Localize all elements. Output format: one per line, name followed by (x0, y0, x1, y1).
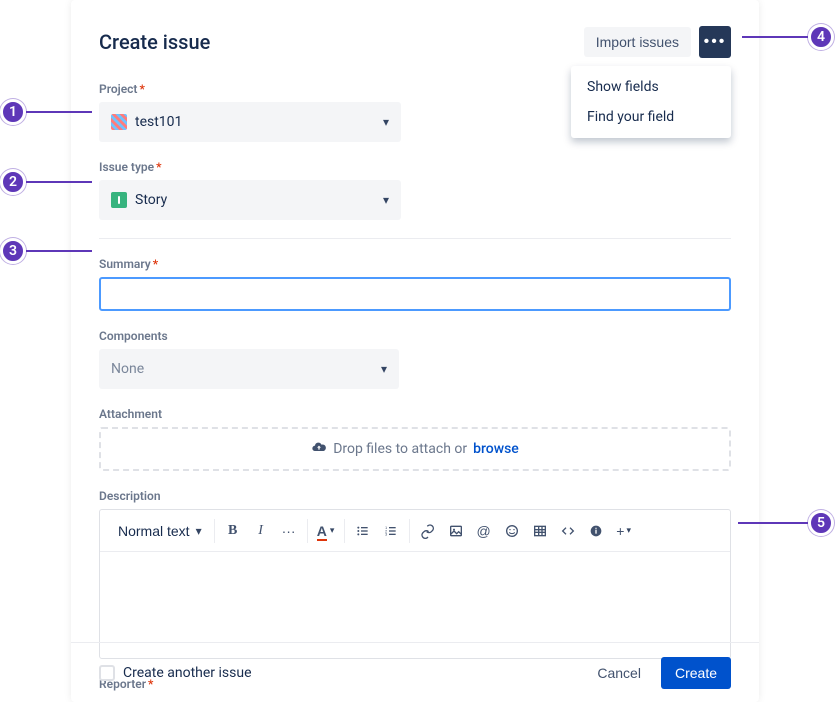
dialog-footer: Create another issue Cancel Create (71, 642, 759, 702)
menu-find-field[interactable]: Find your field (571, 102, 731, 132)
components-value: None (111, 361, 144, 377)
toolbar-separator (409, 519, 410, 543)
callout-5: 5 (808, 510, 834, 536)
attachment-drop-text: Drop files to attach or (333, 441, 467, 457)
project-value: test101 (135, 114, 182, 130)
summary-field: Summary* (99, 257, 731, 311)
numbered-list-button[interactable]: 123 (379, 519, 403, 543)
issue-type-label: Issue type* (99, 160, 731, 174)
toolbar-separator (344, 519, 345, 543)
callout-1: 1 (0, 99, 26, 125)
toolbar-separator (214, 519, 215, 543)
more-menu: Show fields Find your field (571, 66, 731, 138)
attachment-dropzone[interactable]: Drop files to attach or browse (99, 427, 731, 471)
import-issues-button[interactable]: Import issues (584, 27, 691, 57)
create-issue-dialog: Create issue Import issues ••• Show fiel… (71, 0, 759, 702)
chevron-down-icon: ▾ (196, 524, 202, 538)
toolbar-separator (307, 519, 308, 543)
header-actions: Import issues ••• Show fields Find your … (584, 26, 731, 58)
more-formatting-button[interactable]: ··· (277, 519, 301, 543)
more-icon: ••• (704, 34, 727, 50)
callout-3: 3 (0, 238, 26, 264)
attachment-field: Attachment Drop files to attach or brows… (99, 407, 731, 471)
rich-text-editor: Normal text▾ B I ··· A▾ 123 @ (99, 509, 731, 659)
required-mark: * (156, 160, 161, 174)
create-button[interactable]: Create (661, 657, 731, 689)
callout-line (26, 111, 92, 113)
bullet-list-button[interactable] (351, 519, 375, 543)
description-label: Description (99, 489, 731, 503)
callout-line (742, 36, 808, 38)
table-button[interactable] (528, 519, 552, 543)
dialog-header: Create issue Import issues ••• Show fiel… (99, 26, 731, 58)
project-select[interactable]: test101 ▾ (99, 102, 401, 142)
menu-show-fields[interactable]: Show fields (571, 72, 731, 102)
summary-input[interactable] (99, 277, 731, 311)
project-avatar-icon (111, 114, 127, 130)
svg-text:3: 3 (385, 531, 388, 536)
callout-line (26, 250, 92, 252)
code-button[interactable] (556, 519, 580, 543)
required-mark: * (139, 82, 144, 96)
text-style-select[interactable]: Normal text▾ (112, 519, 208, 543)
link-button[interactable] (416, 519, 440, 543)
chevron-down-icon: ▾ (383, 193, 389, 207)
bold-button[interactable]: B (221, 519, 245, 543)
components-select[interactable]: None ▾ (99, 349, 399, 389)
text-color-button[interactable]: A▾ (314, 519, 338, 543)
chevron-down-icon: ▾ (383, 115, 389, 129)
cancel-button[interactable]: Cancel (587, 657, 651, 689)
info-button[interactable] (584, 519, 608, 543)
create-another-label: Create another issue (123, 665, 252, 681)
issue-type-value: Story (135, 192, 167, 208)
create-another-checkbox[interactable] (99, 665, 115, 681)
create-another-option[interactable]: Create another issue (99, 665, 252, 681)
emoji-button[interactable] (500, 519, 524, 543)
italic-button[interactable]: I (249, 519, 273, 543)
insert-more-button[interactable]: +▾ (612, 519, 636, 543)
attachment-label: Attachment (99, 407, 731, 421)
dialog-title: Create issue (99, 30, 210, 54)
callout-line (26, 181, 92, 183)
upload-icon (311, 439, 327, 459)
attachment-browse-link[interactable]: browse (473, 441, 519, 457)
divider (99, 238, 731, 239)
components-field: Components None ▾ (99, 329, 731, 389)
story-icon (111, 192, 127, 208)
callout-4: 4 (808, 24, 834, 50)
description-field: Description Normal text▾ B I ··· A▾ 123 (99, 489, 731, 659)
editor-toolbar: Normal text▾ B I ··· A▾ 123 @ (100, 510, 730, 552)
summary-label: Summary* (99, 257, 731, 271)
image-button[interactable] (444, 519, 468, 543)
components-label: Components (99, 329, 731, 343)
callout-line (738, 522, 808, 524)
mention-button[interactable]: @ (472, 519, 496, 543)
issue-type-select[interactable]: Story ▾ (99, 180, 401, 220)
required-mark: * (153, 257, 158, 271)
issue-type-field: Issue type* Story ▾ (99, 160, 731, 220)
more-button[interactable]: ••• (699, 26, 731, 58)
callout-2: 2 (0, 169, 26, 195)
chevron-down-icon: ▾ (381, 362, 387, 376)
